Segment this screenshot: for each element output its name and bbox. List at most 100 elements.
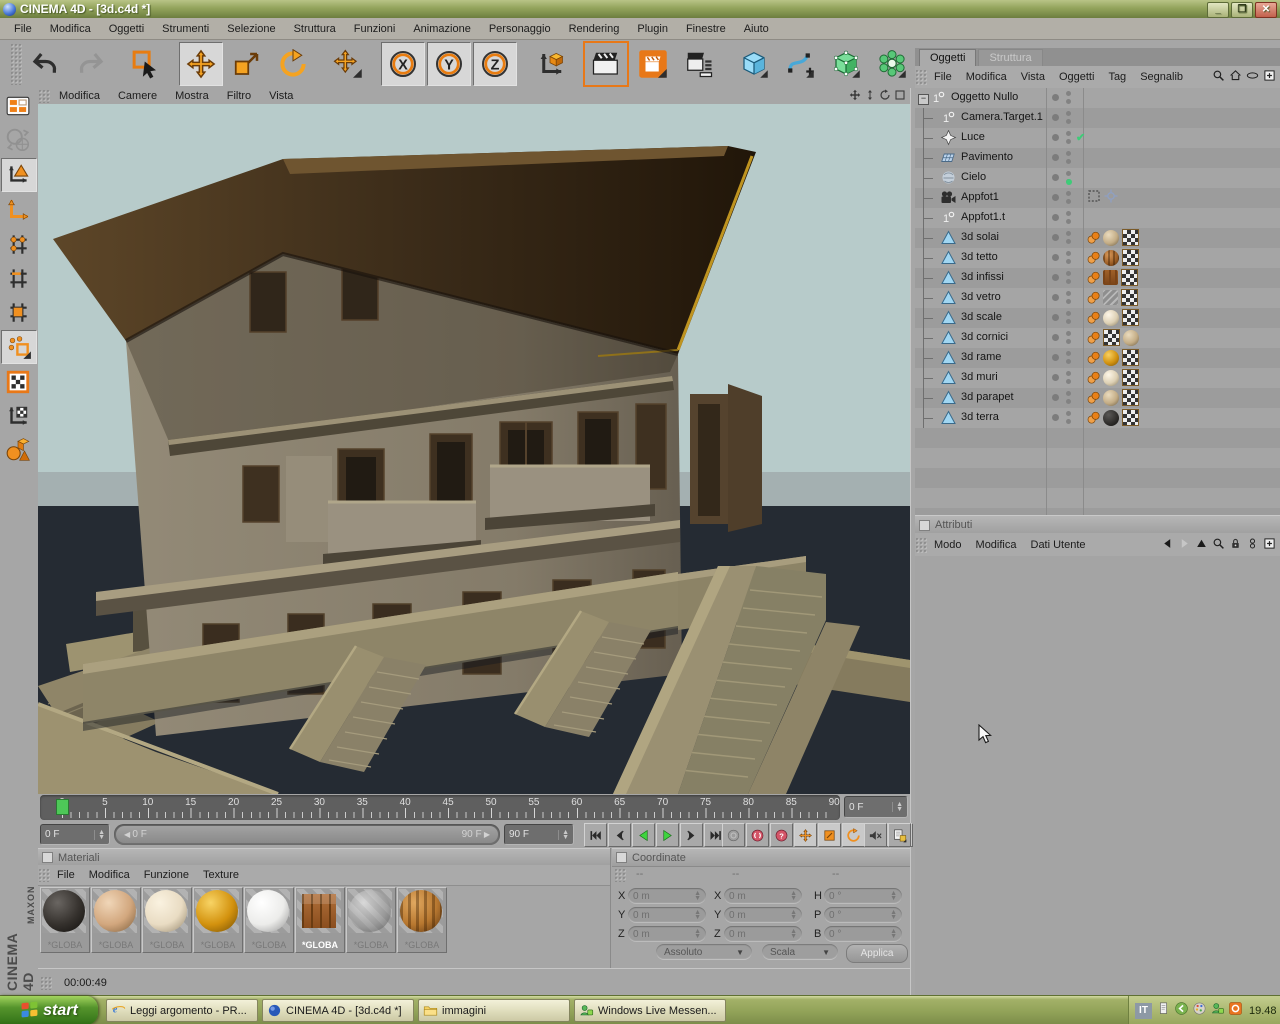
key-position-button[interactable] (794, 823, 817, 847)
object-row-appfot1-t[interactable]: 1 Appfot1.t (915, 208, 1280, 228)
tray-collapse-icon[interactable] (1174, 1001, 1189, 1021)
layer-dot[interactable] (1052, 174, 1059, 181)
world-coordinates-button[interactable] (1, 124, 35, 156)
phong-tag-icon[interactable] (1087, 411, 1100, 425)
taskbar-task-1[interactable]: e Leggi argomento - PR... (106, 999, 258, 1022)
texture-mode-button[interactable] (1, 366, 35, 398)
key-scale-button[interactable] (818, 823, 841, 847)
add-spline-button[interactable] (778, 42, 822, 86)
model-tool-button[interactable] (1, 158, 37, 192)
layer-dot[interactable] (1052, 414, 1059, 421)
phong-tag-icon[interactable] (1087, 251, 1100, 265)
uvw-tag-icon[interactable] (1121, 289, 1138, 306)
layer-dot[interactable] (1052, 234, 1059, 241)
object-row-3d-terra[interactable]: 3d terra (915, 408, 1280, 428)
visibility-editor-dot[interactable] (1066, 191, 1071, 196)
drag-handle[interactable] (40, 975, 52, 990)
material-2[interactable]: *GLOBA (91, 887, 141, 953)
mat-menu-funzione[interactable]: Funzione (137, 866, 196, 884)
visibility-render-dot[interactable] (1066, 139, 1071, 144)
uvw-tag-icon[interactable] (1122, 229, 1139, 246)
material-4[interactable]: *GLOBA (193, 887, 243, 953)
tray-palette-icon[interactable] (1192, 1001, 1207, 1021)
attr-menu-modo[interactable]: Modo (927, 536, 969, 554)
frame-field[interactable]: 0 F ▲ ▼ (844, 796, 908, 818)
layer-dot[interactable] (1052, 374, 1059, 381)
om-menu-file[interactable]: File (927, 68, 959, 86)
panel-pin-icon[interactable] (919, 519, 930, 531)
texture-tag-icon[interactable] (1123, 329, 1139, 346)
layer-dot[interactable] (1052, 314, 1059, 321)
texture-tag-icon[interactable] (1103, 270, 1118, 285)
texture-tag-icon[interactable] (1103, 229, 1119, 246)
visibility-editor-dot[interactable] (1066, 231, 1071, 236)
range-end-field[interactable]: 90 F ▲ ▼ (504, 824, 574, 845)
object-row-3d-tetto[interactable]: 3d tetto (915, 248, 1280, 268)
visibility-editor-dot[interactable] (1066, 211, 1071, 216)
object-row-camera-target-1[interactable]: 1 Camera.Target.1 (915, 108, 1280, 128)
visibility-editor-dot[interactable] (1066, 151, 1071, 156)
key-rotation-button[interactable] (842, 823, 865, 847)
texture-tag-icon[interactable] (1103, 409, 1119, 426)
goto-start-button[interactable] (584, 823, 607, 847)
tray-app-icon[interactable] (1228, 1001, 1243, 1021)
search-icon[interactable] (1212, 537, 1225, 553)
up-icon[interactable] (1195, 537, 1208, 553)
drag-handle[interactable] (38, 89, 50, 103)
rotation-b-field[interactable]: 0 ° ▲ ▼ (824, 926, 902, 942)
texture-tag-icon[interactable] (1103, 369, 1119, 386)
tab-oggetti[interactable]: Oggetti (919, 49, 977, 66)
material-5[interactable]: *GLOBA (244, 887, 294, 953)
back-icon[interactable] (1161, 537, 1174, 553)
visibility-render-dot[interactable] (1066, 279, 1071, 284)
title-bar[interactable]: CINEMA 4D - [3d.c4d *] _ ❐ ✕ (0, 0, 1280, 18)
visibility-render-dot[interactable] (1066, 339, 1071, 344)
material-8[interactable]: *GLOBA (397, 887, 447, 953)
drag-handle[interactable] (38, 868, 50, 882)
close-button[interactable]: ✕ (1255, 2, 1277, 18)
uvw-mode-button[interactable] (1, 330, 37, 364)
rotation-p-field[interactable]: 0 ° ▲ ▼ (824, 907, 902, 923)
prev-key-button[interactable] (608, 823, 631, 847)
render-settings-button[interactable] (677, 42, 721, 86)
coordinate-mode-dropdown[interactable]: Assoluto ▼ (656, 944, 752, 960)
object-row-3d-parapet[interactable]: 3d parapet (915, 388, 1280, 408)
visibility-editor-dot[interactable] (1066, 171, 1071, 176)
range-slider[interactable]: ◀ 0 F 90 F ▶ (116, 826, 498, 843)
viewport-menu-filtro[interactable]: Filtro (218, 89, 260, 103)
menu-rendering[interactable]: Rendering (561, 20, 628, 38)
menu-oggetti[interactable]: Oggetti (101, 20, 152, 38)
taskbar-task-2[interactable]: CINEMA 4D - [3d.c4d *] (262, 999, 414, 1022)
language-indicator[interactable]: IT (1135, 1002, 1152, 1019)
om-menu-tag[interactable]: Tag (1101, 68, 1133, 86)
visibility-editor-dot[interactable] (1066, 131, 1071, 136)
object-axis-tool-button[interactable] (1, 194, 35, 226)
point-mode-button[interactable] (1, 228, 35, 260)
position-z-field[interactable]: 0 m ▲ ▼ (628, 926, 706, 942)
viewport-render[interactable] (38, 104, 910, 794)
uvw-tag-icon[interactable] (1121, 269, 1138, 286)
edge-mode-button[interactable] (1, 262, 35, 294)
tray-messenger-icon[interactable] (1210, 1001, 1225, 1021)
range-start-field[interactable]: 0 F ▲ ▼ (40, 824, 110, 845)
lock-x-button[interactable]: X (381, 42, 425, 86)
visibility-render-dot[interactable] (1066, 379, 1071, 384)
visibility-render-dot[interactable] (1066, 99, 1071, 104)
uvw-tag-icon[interactable] (1122, 249, 1139, 266)
om-menu-modifica[interactable]: Modifica (959, 68, 1014, 86)
home-icon[interactable] (1229, 69, 1242, 85)
panel-pin-icon[interactable] (616, 852, 627, 863)
mat-menu-texture[interactable]: Texture (196, 866, 246, 884)
history-icon[interactable] (1246, 537, 1259, 553)
layer-dot[interactable] (1052, 274, 1059, 281)
clock[interactable]: 19.48 (1249, 1005, 1277, 1017)
render-view-button[interactable] (583, 41, 629, 87)
material-1[interactable]: *GLOBA (40, 887, 90, 953)
snap-primitives-button[interactable] (1, 434, 35, 466)
object-row-oggetto-nullo[interactable]: −1 Oggetto Nullo (915, 88, 1280, 108)
forward-icon[interactable] (1178, 537, 1191, 553)
layer-dot[interactable] (1052, 294, 1059, 301)
size-y-field[interactable]: 0 m ▲ ▼ (724, 907, 802, 923)
visibility-editor-dot[interactable] (1066, 371, 1071, 376)
add-panel-icon[interactable] (1263, 69, 1276, 85)
